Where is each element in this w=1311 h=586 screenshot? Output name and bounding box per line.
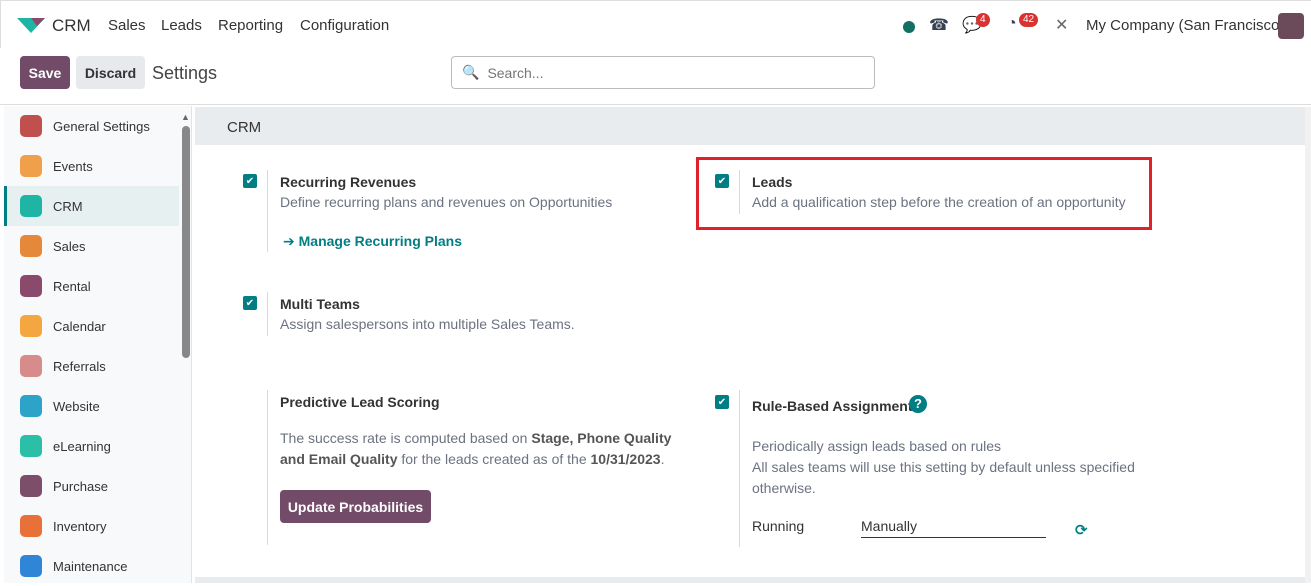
- multi-teams-desc: Assign salespersons into multiple Sales …: [280, 316, 575, 332]
- running-label: Running: [752, 518, 805, 534]
- sidebar-item-calendar[interactable]: Calendar: [4, 306, 179, 346]
- multi-teams-checkbox[interactable]: ✔: [243, 296, 257, 310]
- sidebar-item-purchase[interactable]: Purchase: [4, 466, 179, 506]
- main-scrollbar[interactable]: [1305, 107, 1311, 583]
- calendar-app-icon: [20, 315, 42, 337]
- sales-app-icon: [20, 235, 42, 257]
- settings-sidebar: General Settings Events CRM Sales Rental Cale…: [4, 106, 192, 583]
- general-settings-app-icon: [20, 115, 42, 137]
- sidebar-item-label: Events: [53, 158, 93, 174]
- status-dot-icon: [903, 21, 915, 33]
- menu-sales[interactable]: Sales: [108, 17, 146, 34]
- leads-title: Leads: [752, 174, 793, 190]
- company-switcher[interactable]: My Company (San Francisco): [1086, 17, 1284, 34]
- running-select[interactable]: Manually: [861, 518, 1046, 538]
- sidebar-item-referrals[interactable]: Referrals: [4, 346, 179, 386]
- recurring-revenues-title: Recurring Revenues: [280, 174, 417, 190]
- sidebar-item-rental[interactable]: Rental: [4, 266, 179, 306]
- section-title: CRM: [227, 119, 262, 136]
- sidebar-item-label: Sales: [53, 238, 86, 254]
- avatar[interactable]: [1278, 13, 1304, 39]
- sidebar-item-label: General Settings: [53, 118, 150, 134]
- scroll-up-icon[interactable]: ▲: [181, 112, 190, 122]
- divider: [739, 170, 740, 214]
- referrals-app-icon: [20, 355, 42, 377]
- sidebar-item-label: eLearning: [53, 438, 111, 454]
- website-app-icon: [20, 395, 42, 417]
- crm-app-icon: [20, 195, 42, 217]
- sidebar-item-website[interactable]: Website: [4, 386, 179, 426]
- recurring-revenues-checkbox[interactable]: ✔: [243, 174, 257, 188]
- help-icon[interactable]: ?: [909, 395, 927, 413]
- sidebar-item-elearning[interactable]: eLearning: [4, 426, 179, 466]
- pls-text: for the leads created as of the: [397, 451, 591, 467]
- tools-icon[interactable]: ✕: [1055, 15, 1068, 35]
- events-app-icon: [20, 155, 42, 177]
- sidebar-item-label: Referrals: [53, 358, 106, 374]
- sidebar-item-label: Purchase: [53, 478, 108, 494]
- menu-reporting[interactable]: Reporting: [218, 17, 283, 34]
- leads-desc: Add a qualification step before the crea…: [752, 194, 1126, 210]
- refresh-icon[interactable]: ⟳: [1075, 521, 1088, 539]
- page-title: Settings: [152, 63, 218, 83]
- rule-based-title: Rule-Based Assignment: [752, 398, 913, 414]
- sidebar-item-general-settings[interactable]: General Settings: [4, 106, 179, 146]
- divider: [0, 104, 1311, 105]
- purchase-app-icon: [20, 475, 42, 497]
- chat-badge: 4: [976, 13, 990, 27]
- elearning-app-icon: [20, 435, 42, 457]
- section-header: CRM: [195, 107, 1305, 145]
- menu-configuration[interactable]: Configuration: [300, 17, 389, 34]
- link-label: Manage Recurring Plans: [298, 233, 463, 249]
- divider: [267, 390, 268, 545]
- top-navbar: CRM Sales Leads Reporting Configuration …: [0, 0, 1311, 48]
- sidebar-item-label: Inventory: [53, 518, 107, 534]
- inventory-app-icon: [20, 515, 42, 537]
- sidebar-item-label: CRM: [53, 198, 83, 214]
- activity-badge: 42: [1019, 13, 1039, 27]
- update-probabilities-button[interactable]: Update Probabilities: [280, 490, 431, 523]
- divider: [267, 170, 268, 252]
- pls-text: .: [660, 451, 665, 467]
- leads-checkbox[interactable]: ✔: [715, 174, 729, 188]
- sidebar-item-crm[interactable]: CRM: [4, 186, 179, 226]
- sidebar-item-sales[interactable]: Sales: [4, 226, 179, 266]
- pls-desc: The success rate is computed based on St…: [280, 428, 680, 470]
- clock-icon[interactable]: ◔: [1007, 15, 1017, 33]
- manage-recurring-plans-link[interactable]: ➔ Manage Recurring Plans: [283, 233, 462, 250]
- sidebar-item-events[interactable]: Events: [4, 146, 179, 186]
- sidebar-item-inventory[interactable]: Inventory: [4, 506, 179, 546]
- rule-based-desc-2: All sales teams will use this setting by…: [752, 459, 1135, 496]
- rental-app-icon: [20, 275, 42, 297]
- recurring-revenues-desc: Define recurring plans and revenues on O…: [280, 194, 613, 210]
- pls-text: The success rate is computed based on: [280, 430, 532, 446]
- discard-button[interactable]: Discard: [76, 56, 145, 89]
- sidebar-item-label: Calendar: [53, 318, 106, 334]
- sidebar-scrollbar[interactable]: [182, 126, 190, 358]
- app-name[interactable]: CRM: [52, 16, 91, 36]
- pls-title: Predictive Lead Scoring: [280, 394, 440, 410]
- crm-logo-icon: [17, 18, 45, 33]
- sidebar-item-label: Maintenance: [53, 558, 128, 574]
- menu-leads[interactable]: Leads: [161, 17, 202, 34]
- rule-based-desc-1: Periodically assign leads based on rules: [752, 438, 1002, 454]
- sidebar-item-label: Rental: [53, 278, 91, 294]
- sidebar-item-maintenance[interactable]: Maintenance: [4, 546, 179, 586]
- save-button[interactable]: Save: [20, 56, 70, 89]
- divider: [267, 292, 268, 336]
- rule-based-assignment-checkbox[interactable]: ✔: [715, 395, 729, 409]
- arrow-right-icon: ➔: [283, 233, 299, 249]
- sidebar-item-label: Website: [53, 398, 100, 414]
- section-footer: [195, 577, 1305, 583]
- phone-icon[interactable]: ☎: [929, 15, 949, 35]
- maintenance-app-icon: [20, 555, 42, 577]
- divider: [739, 390, 740, 547]
- search-box[interactable]: 🔍: [451, 56, 875, 89]
- search-input[interactable]: [487, 64, 848, 81]
- pls-date: 10/31/2023: [590, 451, 661, 467]
- search-icon: 🔍: [462, 64, 480, 80]
- multi-teams-title: Multi Teams: [280, 296, 360, 312]
